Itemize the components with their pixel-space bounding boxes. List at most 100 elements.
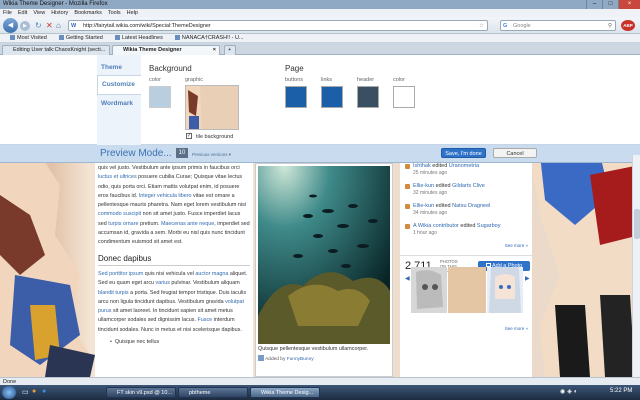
firefox-launcher-icon[interactable]: ●: [32, 388, 36, 395]
right-rail: Ishthak edited Uranometria 25 minutes ago…: [400, 163, 532, 377]
page-color-swatch[interactable]: [393, 86, 415, 108]
carousel-prev-icon[interactable]: ◀: [405, 275, 410, 282]
bg-graphic-thumbnail[interactable]: [185, 85, 239, 130]
google-icon: G: [503, 23, 508, 29]
article-link[interactable]: luctus et ultrices: [98, 174, 137, 180]
bookmark-nanaca[interactable]: NANACA†CRASH!! - U...: [175, 34, 244, 42]
theme-designer-panel: Theme Customize Wordmark Background colo…: [0, 55, 640, 145]
windows-taskbar: ▭ ● ● FT skin v9.psd @ 10... pbtheme Wik…: [0, 385, 640, 400]
bookmark-star-icon[interactable]: ☆: [479, 21, 484, 31]
forward-icon[interactable]: ▶: [20, 21, 30, 31]
article-paragraph-1: quis vel justo. Vestibulum ante ipsum pr…: [98, 165, 250, 246]
article-link[interactable]: varius: [156, 280, 170, 286]
maximize-icon[interactable]: □: [602, 0, 618, 9]
activity-user-link[interactable]: Ishthak: [413, 163, 431, 169]
carousel-next-icon[interactable]: ▶: [525, 275, 530, 282]
activity-item: Ellie-kun edited Natsu Dragneel 34 minute…: [405, 203, 490, 217]
header-color-swatch[interactable]: [357, 86, 379, 108]
page-section-title: Page: [285, 64, 304, 73]
photo-caption: Quisque pellentesque vestibulum ullamcor…: [258, 346, 369, 352]
minimize-icon[interactable]: –: [586, 0, 602, 9]
search-icon[interactable]: ⚲: [608, 21, 612, 31]
menu-view[interactable]: View: [33, 9, 45, 17]
page-scrollbar[interactable]: [632, 155, 640, 377]
article-link[interactable]: Integer vehicula libero: [139, 193, 192, 199]
nav-wordmark[interactable]: Wordmark: [97, 97, 141, 113]
activity-page-link[interactable]: Natsu Dragneel: [452, 203, 490, 209]
article-link[interactable]: turpis ornare: [108, 221, 138, 227]
gallery-thumbnail[interactable]: [487, 267, 523, 313]
site-favicon-icon: W: [71, 23, 77, 29]
menu-bookmarks[interactable]: Bookmarks: [74, 9, 102, 17]
article-link[interactable]: auctor magna: [195, 271, 228, 277]
activity-user-link[interactable]: A Wikia contributor: [413, 223, 459, 229]
gallery-thumbnail[interactable]: [411, 267, 447, 313]
page-color-label: color: [393, 77, 405, 83]
close-icon[interactable]: ×: [618, 0, 640, 9]
see-more-photos-link[interactable]: See more »: [505, 326, 528, 331]
nav-customize[interactable]: Customize: [97, 75, 141, 95]
buttons-color-swatch[interactable]: [285, 86, 307, 108]
url-bar[interactable]: W http://fairytail.wikia.com/wiki/Specia…: [68, 20, 488, 31]
article-content: quis vel justo. Vestibulum ante ipsum pr…: [95, 163, 253, 377]
start-button[interactable]: [2, 386, 16, 399]
scrollbar-thumb[interactable]: [634, 209, 640, 239]
navigation-toolbar: ◀ ▶ ↻ ✕ ⌂ W http://fairytail.wikia.com/w…: [0, 17, 640, 34]
photo-user-link[interactable]: FunnyBunny: [287, 357, 314, 362]
article-link[interactable]: Maecenas ante neque: [161, 221, 214, 227]
bookmark-most-visited[interactable]: Most Visited: [10, 34, 47, 42]
divider: [400, 255, 532, 256]
menu-history[interactable]: History: [51, 9, 68, 17]
links-color-swatch[interactable]: [321, 86, 343, 108]
reload-icon[interactable]: ↻: [35, 21, 42, 30]
gallery-thumbnail[interactable]: [448, 267, 486, 313]
activity-page-link[interactable]: Sugarboy: [477, 223, 501, 229]
menu-file[interactable]: File: [3, 9, 12, 17]
links-label: links: [321, 77, 333, 83]
previous-versions-link[interactable]: Previous versions ▾: [192, 152, 231, 158]
bg-color-swatch[interactable]: [149, 86, 171, 108]
stop-icon[interactable]: ✕: [46, 21, 53, 30]
taskbar-item-pbtheme[interactable]: pbtheme: [178, 387, 248, 398]
tile-background-checkbox[interactable]: ✓: [186, 133, 192, 139]
bookmark-getting-started[interactable]: Getting Started: [59, 34, 103, 42]
page-viewport: Theme Customize Wordmark Background colo…: [0, 55, 640, 377]
article-link[interactable]: commodo suscipit: [98, 211, 141, 217]
activity-user-link[interactable]: Ellie-kun: [413, 183, 434, 189]
show-desktop-icon[interactable]: ▭: [22, 388, 29, 396]
new-tab-button[interactable]: +: [224, 45, 236, 55]
tab-close-icon[interactable]: ×: [213, 46, 216, 55]
section-heading: Donec dapibus: [98, 254, 250, 266]
tab-theme-designer[interactable]: Wikia Theme Designer ×: [112, 45, 220, 55]
photo-attribution: Added by FunnyBunny: [258, 355, 314, 362]
article-link[interactable]: Fusce: [197, 317, 212, 323]
url-text: http://fairytail.wikia.com/wiki/Special:…: [83, 23, 211, 29]
cancel-button[interactable]: Cancel: [493, 148, 537, 158]
menu-help[interactable]: Help: [127, 9, 138, 17]
preview-bar: Preview Mode... 10 Previous versions ▾ S…: [0, 145, 640, 163]
activity-user-link[interactable]: Ellie-kun: [413, 203, 434, 209]
activity-page-link[interactable]: Gildarts Clive: [452, 183, 485, 189]
save-button[interactable]: Save, I'm done: [441, 148, 486, 158]
home-icon[interactable]: ⌂: [56, 21, 61, 30]
underwater-photo[interactable]: [258, 166, 390, 344]
see-more-activity-link[interactable]: See more »: [505, 243, 528, 248]
taskbar-item-theme-designer[interactable]: Wikia Theme Desig...: [250, 387, 320, 398]
bookmark-latest-headlines[interactable]: Latest Headlines: [115, 34, 163, 42]
taskbar-item-photoshop[interactable]: FT skin v9.psd @ 10...: [106, 387, 176, 398]
tab-editing-user-talk[interactable]: Editing User talk:ChaosKnight (secti...: [2, 45, 110, 55]
article-link[interactable]: Sed porttitor ipsum: [98, 271, 143, 277]
system-tray-icons[interactable]: ◉◈◐: [560, 388, 579, 395]
activity-page-link[interactable]: Uranometria: [449, 163, 479, 169]
version-badge: 10: [176, 148, 188, 158]
menu-tools[interactable]: Tools: [108, 9, 121, 17]
adblock-icon[interactable]: ABP: [621, 20, 635, 31]
menu-edit[interactable]: Edit: [18, 9, 27, 17]
search-input[interactable]: G Google ⚲: [500, 20, 616, 31]
article-link[interactable]: blandit turpis: [98, 290, 129, 296]
back-icon[interactable]: ◀: [3, 18, 18, 33]
bg-color-label: color: [149, 77, 161, 83]
tab-strip: Editing User talk:ChaosKnight (secti... …: [0, 43, 640, 55]
ie-launcher-icon[interactable]: ●: [42, 388, 46, 395]
window-title-bar: Wikia Theme Designer - Mozilla Firefox –…: [0, 0, 640, 9]
